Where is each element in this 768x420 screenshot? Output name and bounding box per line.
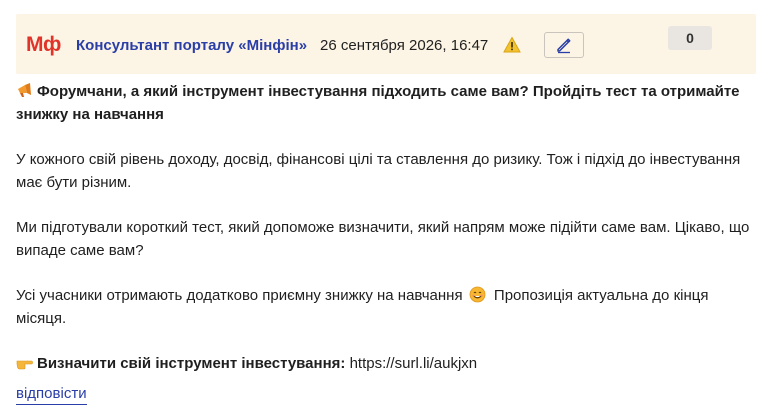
- post-body: Форумчани, а який інструмент інвестуванн…: [16, 80, 756, 375]
- cta-label: Визначити свій інструмент інвестування:: [37, 355, 346, 372]
- megaphone-icon: [16, 82, 33, 99]
- pointing-right-hand-icon: [16, 354, 33, 371]
- paragraph-3-text-a: Усі учасники отримають додатково приємну…: [16, 287, 463, 304]
- author-logo[interactable]: Мф: [26, 33, 61, 57]
- post-paragraph-2: Ми підготували короткий тест, який допом…: [16, 219, 750, 259]
- post-header: Мф Консультант порталу «Мінфін» 26 сентя…: [16, 14, 756, 74]
- smiling-face-icon: [469, 286, 486, 303]
- post-datetime: 26 сентября 2026, 16:47: [320, 37, 489, 54]
- post-paragraph-1: У кожного свій рівень доходу, досвід, фі…: [16, 151, 741, 191]
- reply-link[interactable]: відповісти: [16, 384, 87, 405]
- post-title-text: Форумчани, а який інструмент інвестуванн…: [16, 83, 740, 123]
- forum-post: Мф Консультант порталу «Мінфін» 26 сентя…: [0, 0, 768, 420]
- post-cta-line: Визначити свій інструмент інвестування: …: [16, 352, 756, 375]
- edit-button[interactable]: [544, 32, 584, 58]
- pencil-icon: [557, 38, 571, 54]
- warning-icon[interactable]: [503, 36, 521, 54]
- post-score-badge: 0: [668, 26, 712, 50]
- post-title: Форумчани, а який інструмент інвестуванн…: [16, 80, 756, 126]
- author-name-link[interactable]: Консультант порталу «Мінфін»: [76, 37, 307, 55]
- cta-url[interactable]: https://surl.li/aukjxn: [350, 355, 478, 372]
- post-paragraph-3: Усі учасники отримають додатково приємну…: [16, 284, 756, 330]
